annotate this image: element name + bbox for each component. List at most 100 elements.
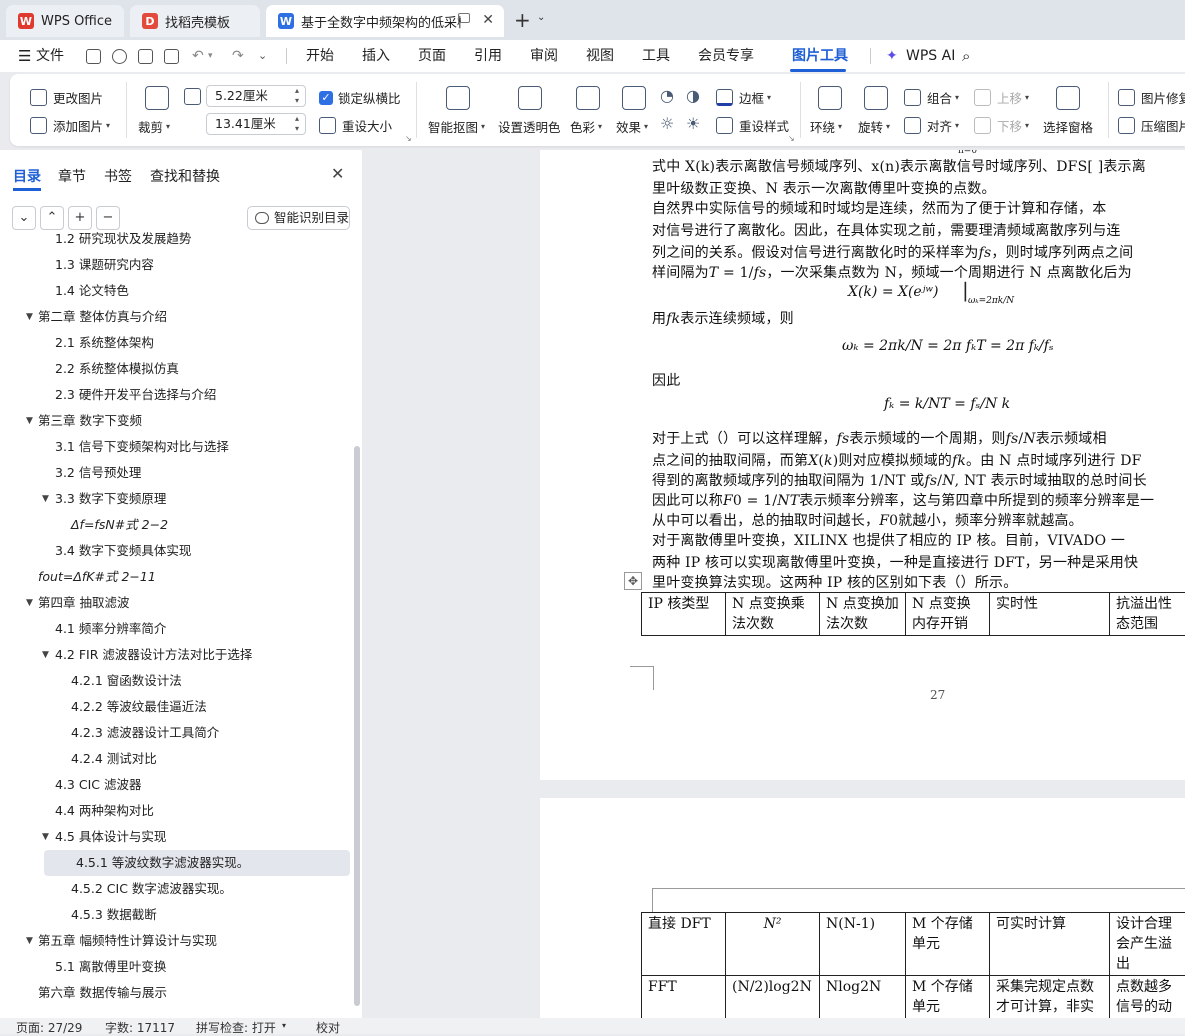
contrast-up-icon[interactable]: ◑ bbox=[686, 86, 700, 105]
undo-icon[interactable]: ↶ bbox=[192, 40, 204, 72]
close-tab-icon[interactable]: ✕ bbox=[482, 12, 494, 28]
save-icon[interactable] bbox=[86, 49, 101, 64]
expand-toggle-icon[interactable]: ▼ bbox=[26, 408, 33, 434]
redo-icon[interactable]: ↷ bbox=[232, 40, 244, 72]
toc-item[interactable]: 4.3 CIC 滤波器 bbox=[55, 772, 141, 798]
menu-page[interactable]: 页面 bbox=[418, 40, 446, 72]
word-count[interactable]: 字数: 17117 bbox=[105, 1019, 175, 1036]
hamburger-icon[interactable]: ☰ bbox=[18, 40, 31, 72]
toc-item[interactable]: 第二章 整体仿真与介绍 bbox=[38, 304, 167, 330]
tab-bookmarks[interactable]: 书签 bbox=[104, 166, 132, 186]
collapse-down-icon[interactable]: ⌄ bbox=[12, 206, 36, 230]
toc-item[interactable]: 4.5.1 等波纹数字滤波器实现。 bbox=[44, 850, 350, 876]
toc-item[interactable]: 第六章 数据传输与展示 bbox=[38, 980, 167, 1006]
print-icon[interactable] bbox=[138, 49, 153, 64]
selection-pane-icon[interactable] bbox=[1056, 86, 1080, 110]
change-picture-button[interactable]: 更改图片 bbox=[30, 88, 103, 107]
tab-wps-office[interactable]: W WPS Office bbox=[6, 5, 124, 37]
undo-dropdown-icon[interactable]: ▾ bbox=[208, 40, 213, 72]
toc-item[interactable]: 第五章 幅频特性计算设计与实现 bbox=[38, 928, 217, 954]
close-icon[interactable]: ✕ bbox=[331, 164, 344, 183]
expand-toggle-icon[interactable]: ▼ bbox=[42, 824, 49, 850]
scrollbar[interactable] bbox=[354, 446, 360, 1006]
toc-item[interactable]: 3.1 信号下变频架构对比与选择 bbox=[55, 434, 229, 460]
set-transparent-button[interactable]: 设置透明色 bbox=[498, 117, 561, 136]
crop-icon[interactable] bbox=[145, 86, 169, 110]
expand-toggle-icon[interactable]: ▼ bbox=[42, 642, 49, 668]
color-button[interactable]: 色彩▾ bbox=[570, 117, 602, 136]
menu-insert[interactable]: 插入 bbox=[362, 40, 390, 72]
toc-item[interactable]: 4.2.1 窗函数设计法 bbox=[71, 668, 182, 694]
smart-toc-button[interactable]: 智能识别目录 bbox=[247, 206, 350, 230]
toc-item[interactable]: 第三章 数字下变频 bbox=[38, 408, 142, 434]
image-repair-button[interactable]: 图片修复 bbox=[1118, 88, 1185, 107]
menu-tools[interactable]: 工具 bbox=[642, 40, 670, 72]
toc-item[interactable]: 4.5.2 CIC 数字滤波器实现。 bbox=[71, 876, 232, 902]
brightness-up-icon[interactable]: ◔ bbox=[660, 86, 674, 105]
toc-item[interactable]: 4.5 具体设计与实现 bbox=[55, 824, 166, 850]
toc-item[interactable]: 2.2 系统整体模拟仿真 bbox=[55, 356, 179, 382]
add-heading-icon[interactable]: + bbox=[68, 206, 92, 230]
tab-docer-templates[interactable]: D 找稻壳模板 bbox=[130, 5, 260, 37]
move-up-button[interactable]: 上移▾ bbox=[974, 88, 1029, 107]
toc-item[interactable]: 2.1 系统整体架构 bbox=[55, 330, 154, 356]
toc-item[interactable]: 3.2 信号预处理 bbox=[55, 460, 141, 486]
toc-item[interactable]: 4.1 频率分辨率简介 bbox=[55, 616, 166, 642]
effects-button[interactable]: 效果▾ bbox=[616, 117, 648, 136]
tab-toc[interactable]: 目录 bbox=[13, 166, 41, 186]
tab-chapters[interactable]: 章节 bbox=[58, 166, 86, 186]
reset-size-button[interactable]: 重设大小 bbox=[319, 116, 392, 135]
toc-item[interactable]: 3.3 数字下变频原理 bbox=[55, 486, 166, 512]
menu-picture-tools[interactable]: 图片工具 bbox=[792, 40, 848, 72]
align-button[interactable]: 对齐▾ bbox=[904, 116, 959, 135]
chevron-down-icon[interactable]: ▾ bbox=[282, 1021, 286, 1030]
smart-cutout-button[interactable]: 智能抠图▾ bbox=[428, 117, 485, 136]
menu-file[interactable]: 文件 bbox=[36, 40, 64, 72]
collapse-up-icon[interactable]: ⌃ bbox=[40, 206, 64, 230]
chevron-down-icon[interactable]: ⌄ bbox=[537, 12, 545, 23]
page-indicator[interactable]: 页面: 27/29 bbox=[16, 1019, 82, 1036]
wrap-button[interactable]: 环绕▾ bbox=[810, 117, 842, 136]
toc-item[interactable]: 4.4 两种架构对比 bbox=[55, 798, 154, 824]
toc-item[interactable]: 4.2.2 等波纹最佳逼近法 bbox=[71, 694, 207, 720]
menu-reference[interactable]: 引用 bbox=[474, 40, 502, 72]
lock-ratio-checkbox[interactable]: ✓锁定纵横比 bbox=[319, 88, 401, 107]
new-tab-icon[interactable]: + bbox=[514, 8, 531, 32]
move-down-button[interactable]: 下移▾ bbox=[974, 116, 1029, 135]
effects-icon[interactable] bbox=[622, 86, 646, 110]
expand-toggle-icon[interactable]: ▼ bbox=[26, 928, 33, 954]
toc-item[interactable]: 5.1 离散傅里叶变换 bbox=[55, 954, 166, 980]
set-transparent-icon[interactable] bbox=[518, 86, 542, 110]
toc-item[interactable]: 4.2 FIR 滤波器设计方法对比于选择 bbox=[55, 642, 252, 668]
contrast-down-icon[interactable]: ☀ bbox=[686, 114, 700, 133]
proofread-button[interactable]: 校对 bbox=[316, 1019, 340, 1036]
toc-item[interactable]: 第四章 抽取滤波 bbox=[38, 590, 129, 616]
tab-find-replace[interactable]: 查找和替换 bbox=[150, 166, 220, 186]
menu-member[interactable]: 会员专享 bbox=[698, 40, 754, 72]
toc-item[interactable]: 1.4 论文特色 bbox=[55, 278, 129, 304]
group-button[interactable]: 组合▾ bbox=[904, 88, 959, 107]
table-move-handle-icon[interactable]: ✥ bbox=[624, 572, 642, 590]
dialog-launcher-icon[interactable]: ↘ bbox=[405, 134, 412, 143]
toc-item[interactable]: 4.2.3 滤波器设计工具简介 bbox=[71, 720, 219, 746]
width-input[interactable]: 5.22厘米 bbox=[206, 85, 306, 107]
menu-view[interactable]: 视图 bbox=[586, 40, 614, 72]
expand-toggle-icon[interactable]: ▼ bbox=[26, 304, 33, 330]
dialog-launcher-icon[interactable]: ↘ bbox=[788, 134, 795, 143]
tab-document[interactable]: W 基于全数字中频架构的低采样 ✕ bbox=[266, 5, 504, 37]
wrap-icon[interactable] bbox=[818, 86, 842, 110]
toc-item[interactable]: 2.3 硬件开发平台选择与介绍 bbox=[55, 382, 216, 408]
more-dropdown-icon[interactable]: ⌄ bbox=[258, 40, 267, 72]
reset-style-button[interactable]: 重设样式 bbox=[716, 116, 789, 135]
brightness-down-icon[interactable]: ☼ bbox=[660, 114, 674, 133]
rotate-button[interactable]: 旋转▾ bbox=[858, 117, 890, 136]
toc-item[interactable]: 4.5.3 数据截断 bbox=[71, 902, 157, 928]
expand-toggle-icon[interactable]: ▼ bbox=[26, 590, 33, 616]
print-preview-icon[interactable] bbox=[164, 49, 179, 64]
toc-item[interactable]: 3.4 数字下变频具体实现 bbox=[55, 538, 191, 564]
rotate-icon[interactable] bbox=[864, 86, 888, 110]
search-icon[interactable]: ⌕ bbox=[962, 40, 970, 72]
compress-button[interactable]: 压缩图片 bbox=[1118, 116, 1185, 135]
spell-check-toggle[interactable]: 拼写检查: 打开 bbox=[196, 1019, 276, 1036]
restore-icon[interactable] bbox=[458, 13, 470, 23]
